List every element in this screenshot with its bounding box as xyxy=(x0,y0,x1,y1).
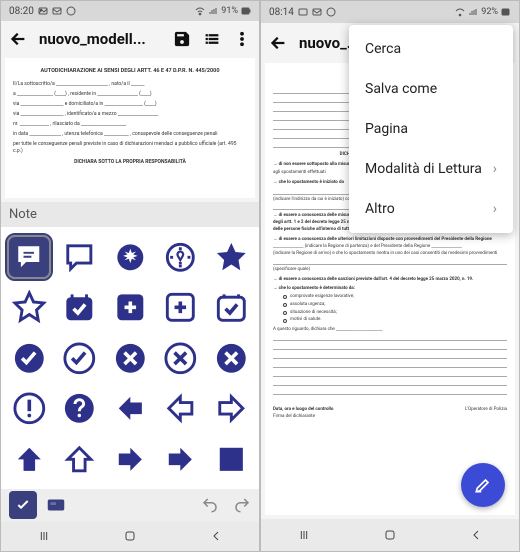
signal-icon xyxy=(468,7,478,17)
stamp-check-square-filled[interactable] xyxy=(57,285,101,329)
battery-icon xyxy=(241,6,251,16)
stamp-plus-square-filled[interactable] xyxy=(108,285,152,329)
menu-page[interactable]: Pagina xyxy=(349,109,513,149)
note-label: Note xyxy=(9,207,37,222)
stamp-bulb-outline[interactable] xyxy=(158,235,202,279)
stamp-bulb-filled[interactable] xyxy=(108,235,152,279)
save-icon[interactable] xyxy=(173,30,191,48)
menu-reading-mode[interactable]: Modalità di Lettura› xyxy=(349,149,513,189)
whatsapp-icon xyxy=(326,7,336,17)
status-time: 08:20 xyxy=(9,6,34,17)
redo-icon[interactable] xyxy=(233,496,251,514)
battery-icon xyxy=(501,7,511,17)
app-title: nuovo_modell... xyxy=(39,30,161,48)
stamp-exclaim-outline[interactable] xyxy=(7,386,51,430)
stamp-x-circle-filled[interactable] xyxy=(108,336,152,380)
status-bar: 08:14 92% xyxy=(261,1,519,23)
mail-icon xyxy=(312,7,322,17)
stamp-x-circle-outline[interactable] xyxy=(158,336,202,380)
nav-back-icon[interactable] xyxy=(468,527,484,543)
back-icon[interactable] xyxy=(269,34,287,52)
image-icon xyxy=(38,6,48,16)
stamp-check-circle-outline[interactable] xyxy=(57,336,101,380)
menu-save-as[interactable]: Salva come xyxy=(349,69,513,109)
stamp-arrow-right-outline[interactable] xyxy=(209,386,253,430)
menu-search[interactable]: Cerca xyxy=(349,29,513,69)
bottom-strip xyxy=(1,489,259,522)
battery-text: 92% xyxy=(481,7,498,17)
nav-home-icon[interactable] xyxy=(122,528,138,544)
app-bar: nuovo_modell... xyxy=(1,21,259,57)
wifi-icon xyxy=(455,7,465,17)
thumbnail-icon[interactable] xyxy=(45,494,67,516)
doc-heading: AUTODICHIARAZIONE AI SENSI DEGLI ARTT. 4… xyxy=(13,68,247,76)
nav-home-icon[interactable] xyxy=(382,527,398,543)
list-icon[interactable] xyxy=(203,30,221,48)
status-bar: 08:20 91% xyxy=(1,1,259,21)
stamp-x-circle-alt[interactable] xyxy=(209,336,253,380)
battery-text: 91% xyxy=(221,6,238,16)
stamp-check-circle-filled[interactable] xyxy=(7,336,51,380)
menu-more[interactable]: Altro› xyxy=(349,189,513,229)
signal-icon xyxy=(208,6,218,16)
phone-left: 08:20 91% nuovo_modell... AUTODICHIARAZI… xyxy=(0,0,260,552)
stamp-speech-outline[interactable] xyxy=(57,235,101,279)
overflow-menu: Cerca Salva come Pagina Modalità di Lett… xyxy=(349,25,513,233)
stamp-arrow-left-outline[interactable] xyxy=(158,386,202,430)
nav-bar xyxy=(261,519,519,551)
nav-bar xyxy=(1,522,259,551)
edit-fab[interactable] xyxy=(461,463,505,507)
stamp-question-outline[interactable] xyxy=(57,386,101,430)
nav-recent-icon[interactable] xyxy=(36,528,52,544)
whatsapp-icon xyxy=(66,6,76,16)
stamp-speech-filled[interactable] xyxy=(7,235,51,279)
confirm-button[interactable] xyxy=(9,491,37,519)
stamp-arrow-right-alt[interactable] xyxy=(158,437,202,481)
back-icon[interactable] xyxy=(9,30,27,48)
stamp-arrow-up-filled[interactable] xyxy=(7,437,51,481)
wifi-icon xyxy=(195,6,205,16)
nav-recent-icon[interactable] xyxy=(296,527,312,543)
stamp-arrow-right-filled[interactable] xyxy=(108,437,152,481)
phone-right: 08:14 92% nuovo_... Cerca Salva come Pag… xyxy=(260,0,520,552)
note-strip: Note xyxy=(1,202,259,228)
stamp-plus-square-outline[interactable] xyxy=(158,285,202,329)
stamp-star-filled[interactable] xyxy=(209,235,253,279)
doc-subheading: DICHIARA SOTTO LA PROPRIA RESPONSABILITÀ xyxy=(13,159,247,166)
stamp-check-square-outline[interactable] xyxy=(209,285,253,329)
nav-back-icon[interactable] xyxy=(208,528,224,544)
stamp-square-filled[interactable] xyxy=(209,437,253,481)
status-time: 08:14 xyxy=(269,7,294,18)
chevron-right-icon: › xyxy=(493,161,497,177)
undo-icon[interactable] xyxy=(201,496,219,514)
icon-grid xyxy=(1,227,259,489)
more-icon[interactable] xyxy=(233,30,251,48)
stamp-star-outline[interactable] xyxy=(7,285,51,329)
chevron-right-icon: › xyxy=(493,201,497,217)
stamp-arrow-up-outline[interactable] xyxy=(57,437,101,481)
stamp-arrow-left-filled[interactable] xyxy=(108,386,152,430)
document-preview[interactable]: AUTODICHIARAZIONE AI SENSI DEGLI ARTT. 4… xyxy=(5,58,255,198)
mail-icon xyxy=(52,6,62,16)
image-icon xyxy=(298,7,308,17)
